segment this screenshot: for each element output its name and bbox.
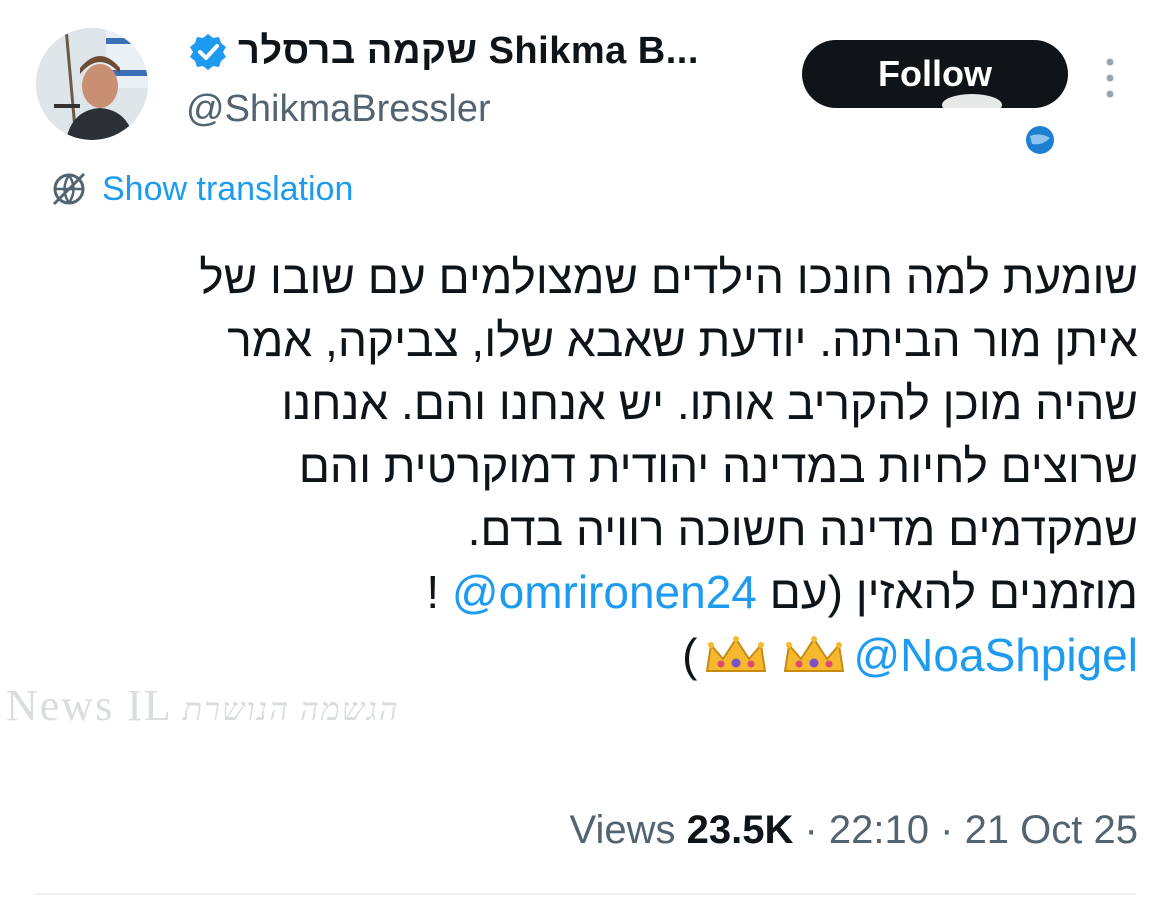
tweet-line: שמקדמים מדינה חשוכה רוויה בדם. [467,503,1138,555]
close-paren: ) [682,629,698,681]
crown-emoji-icon [784,636,845,672]
tweet-date[interactable]: 21 Oct 25 [965,808,1138,852]
tweet-meta: Views 23.5K · 22:10 · 21 Oct 25 [570,808,1139,853]
watermark-sub: הגשמה הנושרת [182,691,400,727]
divider [34,893,1136,895]
verified-badge-icon [190,33,226,70]
watermark-text: News IL [6,681,173,730]
tweet-line: שרוצים לחיות במדינה יהודית דמוקרטית והם [298,440,1138,492]
watermark: News IL הגשמה הנושרת [6,680,400,731]
tweet-line: איתן מור הביתה. יודעת שאבא שלו, צביקה, א… [227,314,1138,366]
show-translation-link[interactable]: Show translation [48,168,353,210]
author-handle[interactable]: @ShikmaBressler [186,88,491,131]
views-count[interactable]: 23.5K [687,808,794,852]
tweet-line: שומעת למה חונכו הילדים שמצולמים עם שובו … [199,251,1138,303]
invite-end: ! [426,566,452,618]
mention-omrironen24[interactable]: @omrironen24 [452,566,757,618]
follow-label: Follow [878,53,992,94]
views-label: Views [569,808,676,852]
invite-text: מוזמנים להאזין (עם [756,566,1138,618]
globe-icon [1026,126,1054,154]
meta-separator: · [929,808,965,852]
author-name-row[interactable]: שקמה ברסלר Shikma B... [188,30,699,73]
more-vertical-icon[interactable] [1100,56,1120,100]
show-translation-label: Show translation [102,169,354,208]
author-avatar[interactable] [36,28,148,140]
mention-noashpigel[interactable]: @NoaShpigel [853,629,1138,681]
author-display-name: שקמה ברסלר Shikma B... [238,30,699,72]
translate-icon [52,172,86,206]
tweet-line: שהיה מוכן להקריב אותו. יש אנחנו והם. אנח… [281,377,1138,429]
tweet-text: שומעת למה חונכו הילדים שמצולמים עם שובו … [30,246,1138,687]
tweet-time[interactable]: 22:10 [829,808,929,852]
follow-button[interactable]: Follow [802,40,1068,108]
image-artifact [942,94,1002,108]
tweet-invite-line: מוזמנים להאזין (עם @omrironen24 ! [30,561,1138,624]
avatar-photo [36,28,148,140]
crown-emoji-icon [706,636,767,672]
meta-separator: · [793,808,829,852]
tweet-mention-line: @NoaShpigel) [30,624,1138,687]
